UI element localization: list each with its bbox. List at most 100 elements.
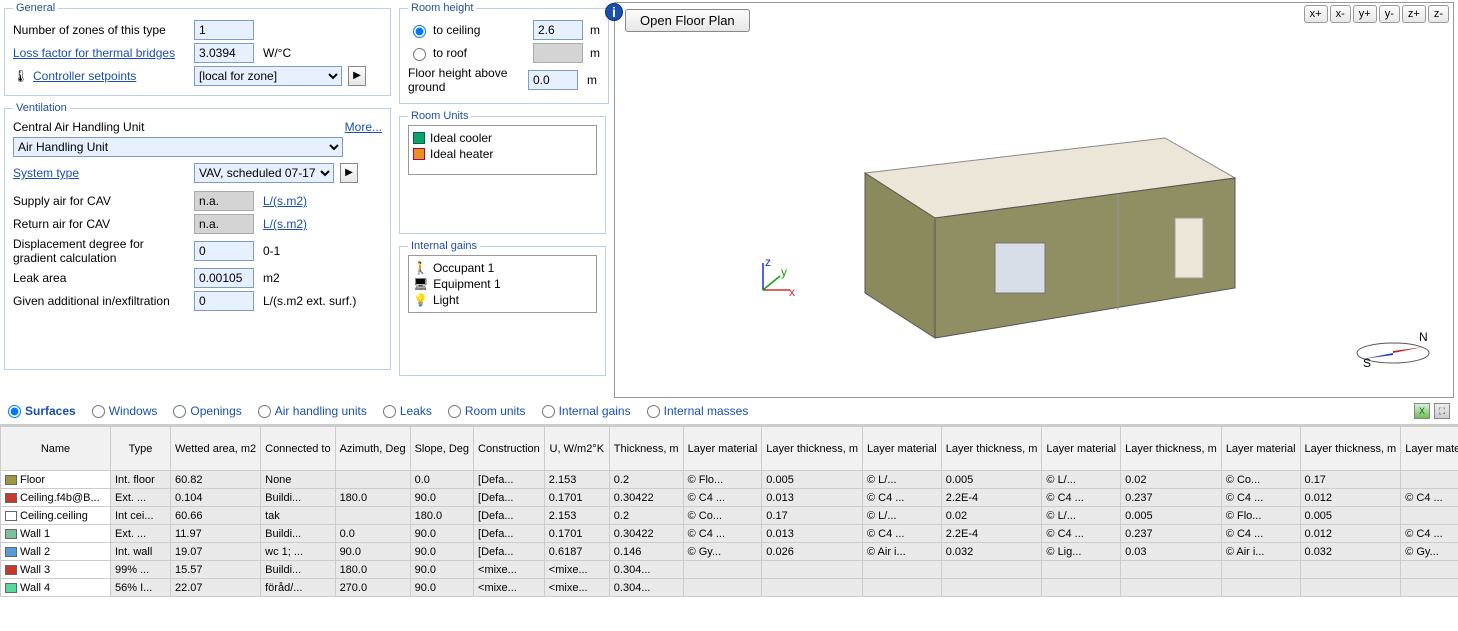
- cell[interactable]: [1401, 561, 1458, 579]
- to-ceiling-radio[interactable]: [413, 25, 426, 38]
- cell[interactable]: © Flo...: [1221, 507, 1300, 525]
- cell[interactable]: [863, 579, 942, 597]
- cell[interactable]: © C4 ...: [1401, 489, 1458, 507]
- cell[interactable]: 0.237: [1121, 489, 1222, 507]
- loss-input[interactable]: [194, 43, 254, 63]
- col-header[interactable]: Connected to: [261, 427, 335, 471]
- cell[interactable]: <mixe...: [544, 561, 609, 579]
- cell[interactable]: tak: [261, 507, 335, 525]
- cell[interactable]: [1042, 579, 1121, 597]
- systype-go-button[interactable]: ▶: [340, 163, 358, 183]
- col-header[interactable]: Slope, Deg: [410, 427, 473, 471]
- disp-input[interactable]: [194, 241, 254, 261]
- cell[interactable]: 0.005: [762, 471, 863, 489]
- table-row[interactable]: Ceiling.ceilingInt cei...60.66tak180.0[D…: [1, 507, 1458, 525]
- cell[interactable]: 0.1701: [544, 489, 609, 507]
- cell[interactable]: [1300, 561, 1401, 579]
- cell[interactable]: 2.2E-4: [941, 489, 1042, 507]
- cell[interactable]: © L/...: [1042, 471, 1121, 489]
- tab-radio[interactable]: [173, 405, 186, 418]
- col-header[interactable]: Type: [111, 427, 171, 471]
- cell[interactable]: 0.2: [609, 471, 683, 489]
- setpoints-combo[interactable]: [local for zone]: [194, 66, 342, 86]
- cell[interactable]: 22.07: [171, 579, 261, 597]
- tab-surfaces[interactable]: Surfaces: [8, 402, 76, 420]
- cell[interactable]: föråd/...: [261, 579, 335, 597]
- cell[interactable]: Wall 4: [1, 579, 111, 597]
- tab-air-handling-units[interactable]: Air handling units: [258, 402, 367, 420]
- cell[interactable]: Buildi...: [261, 489, 335, 507]
- tab-radio[interactable]: [92, 405, 105, 418]
- cell[interactable]: 0.032: [1300, 543, 1401, 561]
- ceiling-height-input[interactable]: [533, 20, 583, 40]
- cell[interactable]: 0.17: [1300, 471, 1401, 489]
- 3d-viewport[interactable]: i Open Floor Plan x+x-y+y-z+z- zxy NS: [614, 2, 1454, 398]
- cell[interactable]: 180.0: [335, 561, 410, 579]
- cell[interactable]: © Flo...: [683, 471, 762, 489]
- cell[interactable]: Floor: [1, 471, 111, 489]
- cell[interactable]: 11.97: [171, 525, 261, 543]
- col-header[interactable]: Wetted area, m2: [171, 427, 261, 471]
- cell[interactable]: 0.005: [1300, 507, 1401, 525]
- col-header[interactable]: Layer material: [1221, 427, 1300, 471]
- cell[interactable]: wc 1; ...: [261, 543, 335, 561]
- cell[interactable]: 0.0: [335, 525, 410, 543]
- cell[interactable]: Ext. ...: [111, 525, 171, 543]
- cell[interactable]: [1221, 561, 1300, 579]
- cell[interactable]: Buildi...: [261, 525, 335, 543]
- cell[interactable]: 0.146: [609, 543, 683, 561]
- tab-openings[interactable]: Openings: [173, 402, 241, 420]
- cell[interactable]: [1300, 579, 1401, 597]
- cell[interactable]: 60.66: [171, 507, 261, 525]
- col-header[interactable]: Layer thickness, m: [1121, 427, 1222, 471]
- view-yplus-button[interactable]: y+: [1353, 5, 1377, 23]
- table-row[interactable]: Wall 2Int. wall19.07wc 1; ...90.090.0[De…: [1, 543, 1458, 561]
- cell[interactable]: © C4 ...: [1042, 489, 1121, 507]
- cell[interactable]: 0.6187: [544, 543, 609, 561]
- cell[interactable]: [1221, 579, 1300, 597]
- cell[interactable]: 90.0: [410, 525, 473, 543]
- view-zminus-button[interactable]: z-: [1428, 5, 1449, 23]
- systype-link[interactable]: System type: [13, 166, 188, 180]
- cell[interactable]: Ceiling.f4b@B...: [1, 489, 111, 507]
- ahu-combo[interactable]: Air Handling Unit: [13, 137, 343, 157]
- tab-radio[interactable]: [258, 405, 271, 418]
- cell[interactable]: Wall 3: [1, 561, 111, 579]
- cell[interactable]: 90.0: [410, 543, 473, 561]
- cell[interactable]: [762, 561, 863, 579]
- cell[interactable]: © L/...: [1042, 507, 1121, 525]
- cell[interactable]: 180.0: [410, 507, 473, 525]
- cell[interactable]: 99% ...: [111, 561, 171, 579]
- cell[interactable]: 2.2E-4: [941, 525, 1042, 543]
- cell[interactable]: © C4 ...: [1221, 489, 1300, 507]
- tab-windows[interactable]: Windows: [92, 402, 158, 420]
- cell[interactable]: 0.237: [1121, 525, 1222, 543]
- cell[interactable]: © Air i...: [1221, 543, 1300, 561]
- info-icon[interactable]: i: [605, 3, 623, 21]
- cell[interactable]: <mixe...: [474, 579, 545, 597]
- cell[interactable]: 0.013: [762, 525, 863, 543]
- cell[interactable]: © Co...: [1221, 471, 1300, 489]
- cell[interactable]: 0.104: [171, 489, 261, 507]
- cell[interactable]: [Defa...: [474, 543, 545, 561]
- tab-radio[interactable]: [647, 405, 660, 418]
- cell[interactable]: Int. floor: [111, 471, 171, 489]
- cell[interactable]: 0.005: [941, 471, 1042, 489]
- cell[interactable]: [762, 579, 863, 597]
- leak-input[interactable]: [194, 268, 254, 288]
- cell[interactable]: © Gy...: [683, 543, 762, 561]
- col-header[interactable]: U, W/m2°K: [544, 427, 609, 471]
- cell[interactable]: © L/...: [863, 507, 942, 525]
- cell[interactable]: [1121, 561, 1222, 579]
- cell[interactable]: [1401, 507, 1458, 525]
- cell[interactable]: 0.30422: [609, 525, 683, 543]
- cell[interactable]: [941, 561, 1042, 579]
- expand-icon[interactable]: ⛶: [1434, 403, 1450, 419]
- cell[interactable]: 0.026: [762, 543, 863, 561]
- cell[interactable]: Buildi...: [261, 561, 335, 579]
- cell[interactable]: © C4 ...: [1401, 525, 1458, 543]
- cell[interactable]: 0.013: [762, 489, 863, 507]
- cell[interactable]: © Gy...: [1401, 543, 1458, 561]
- table-row[interactable]: Ceiling.f4b@B...Ext. ...0.104Buildi...18…: [1, 489, 1458, 507]
- cell[interactable]: © C4 ...: [683, 525, 762, 543]
